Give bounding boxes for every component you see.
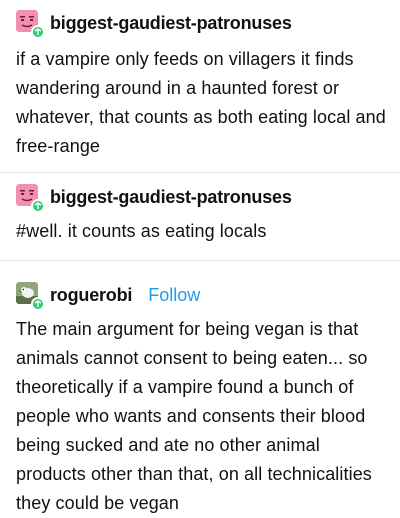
avatar[interactable] — [16, 282, 45, 311]
username[interactable]: roguerobi — [50, 285, 132, 306]
avatar[interactable] — [16, 184, 45, 213]
username[interactable]: biggest-gaudiest-patronuses — [50, 13, 292, 34]
post-text: The main argument for being vegan is tha… — [16, 319, 372, 513]
post-text: if a vampire only feeds on villagers it … — [16, 49, 386, 156]
reblog-icon — [31, 199, 45, 213]
post-header: roguerobi Follow — [16, 281, 392, 311]
post-2: biggest-gaudiest-patronuses #well. it co… — [0, 173, 400, 260]
reblog-icon — [31, 25, 45, 39]
post-text: #well. it counts as eating locals — [16, 221, 267, 241]
follow-button[interactable]: Follow — [148, 285, 200, 306]
username[interactable]: biggest-gaudiest-patronuses — [50, 187, 292, 208]
avatar[interactable] — [16, 10, 45, 39]
reblog-icon — [31, 297, 45, 311]
post-header: biggest-gaudiest-patronuses — [16, 9, 392, 39]
post-3: roguerobi Follow The main argument for b… — [0, 261, 400, 518]
post-1: biggest-gaudiest-patronuses if a vampire… — [0, 0, 400, 172]
post-header: biggest-gaudiest-patronuses — [16, 183, 392, 213]
